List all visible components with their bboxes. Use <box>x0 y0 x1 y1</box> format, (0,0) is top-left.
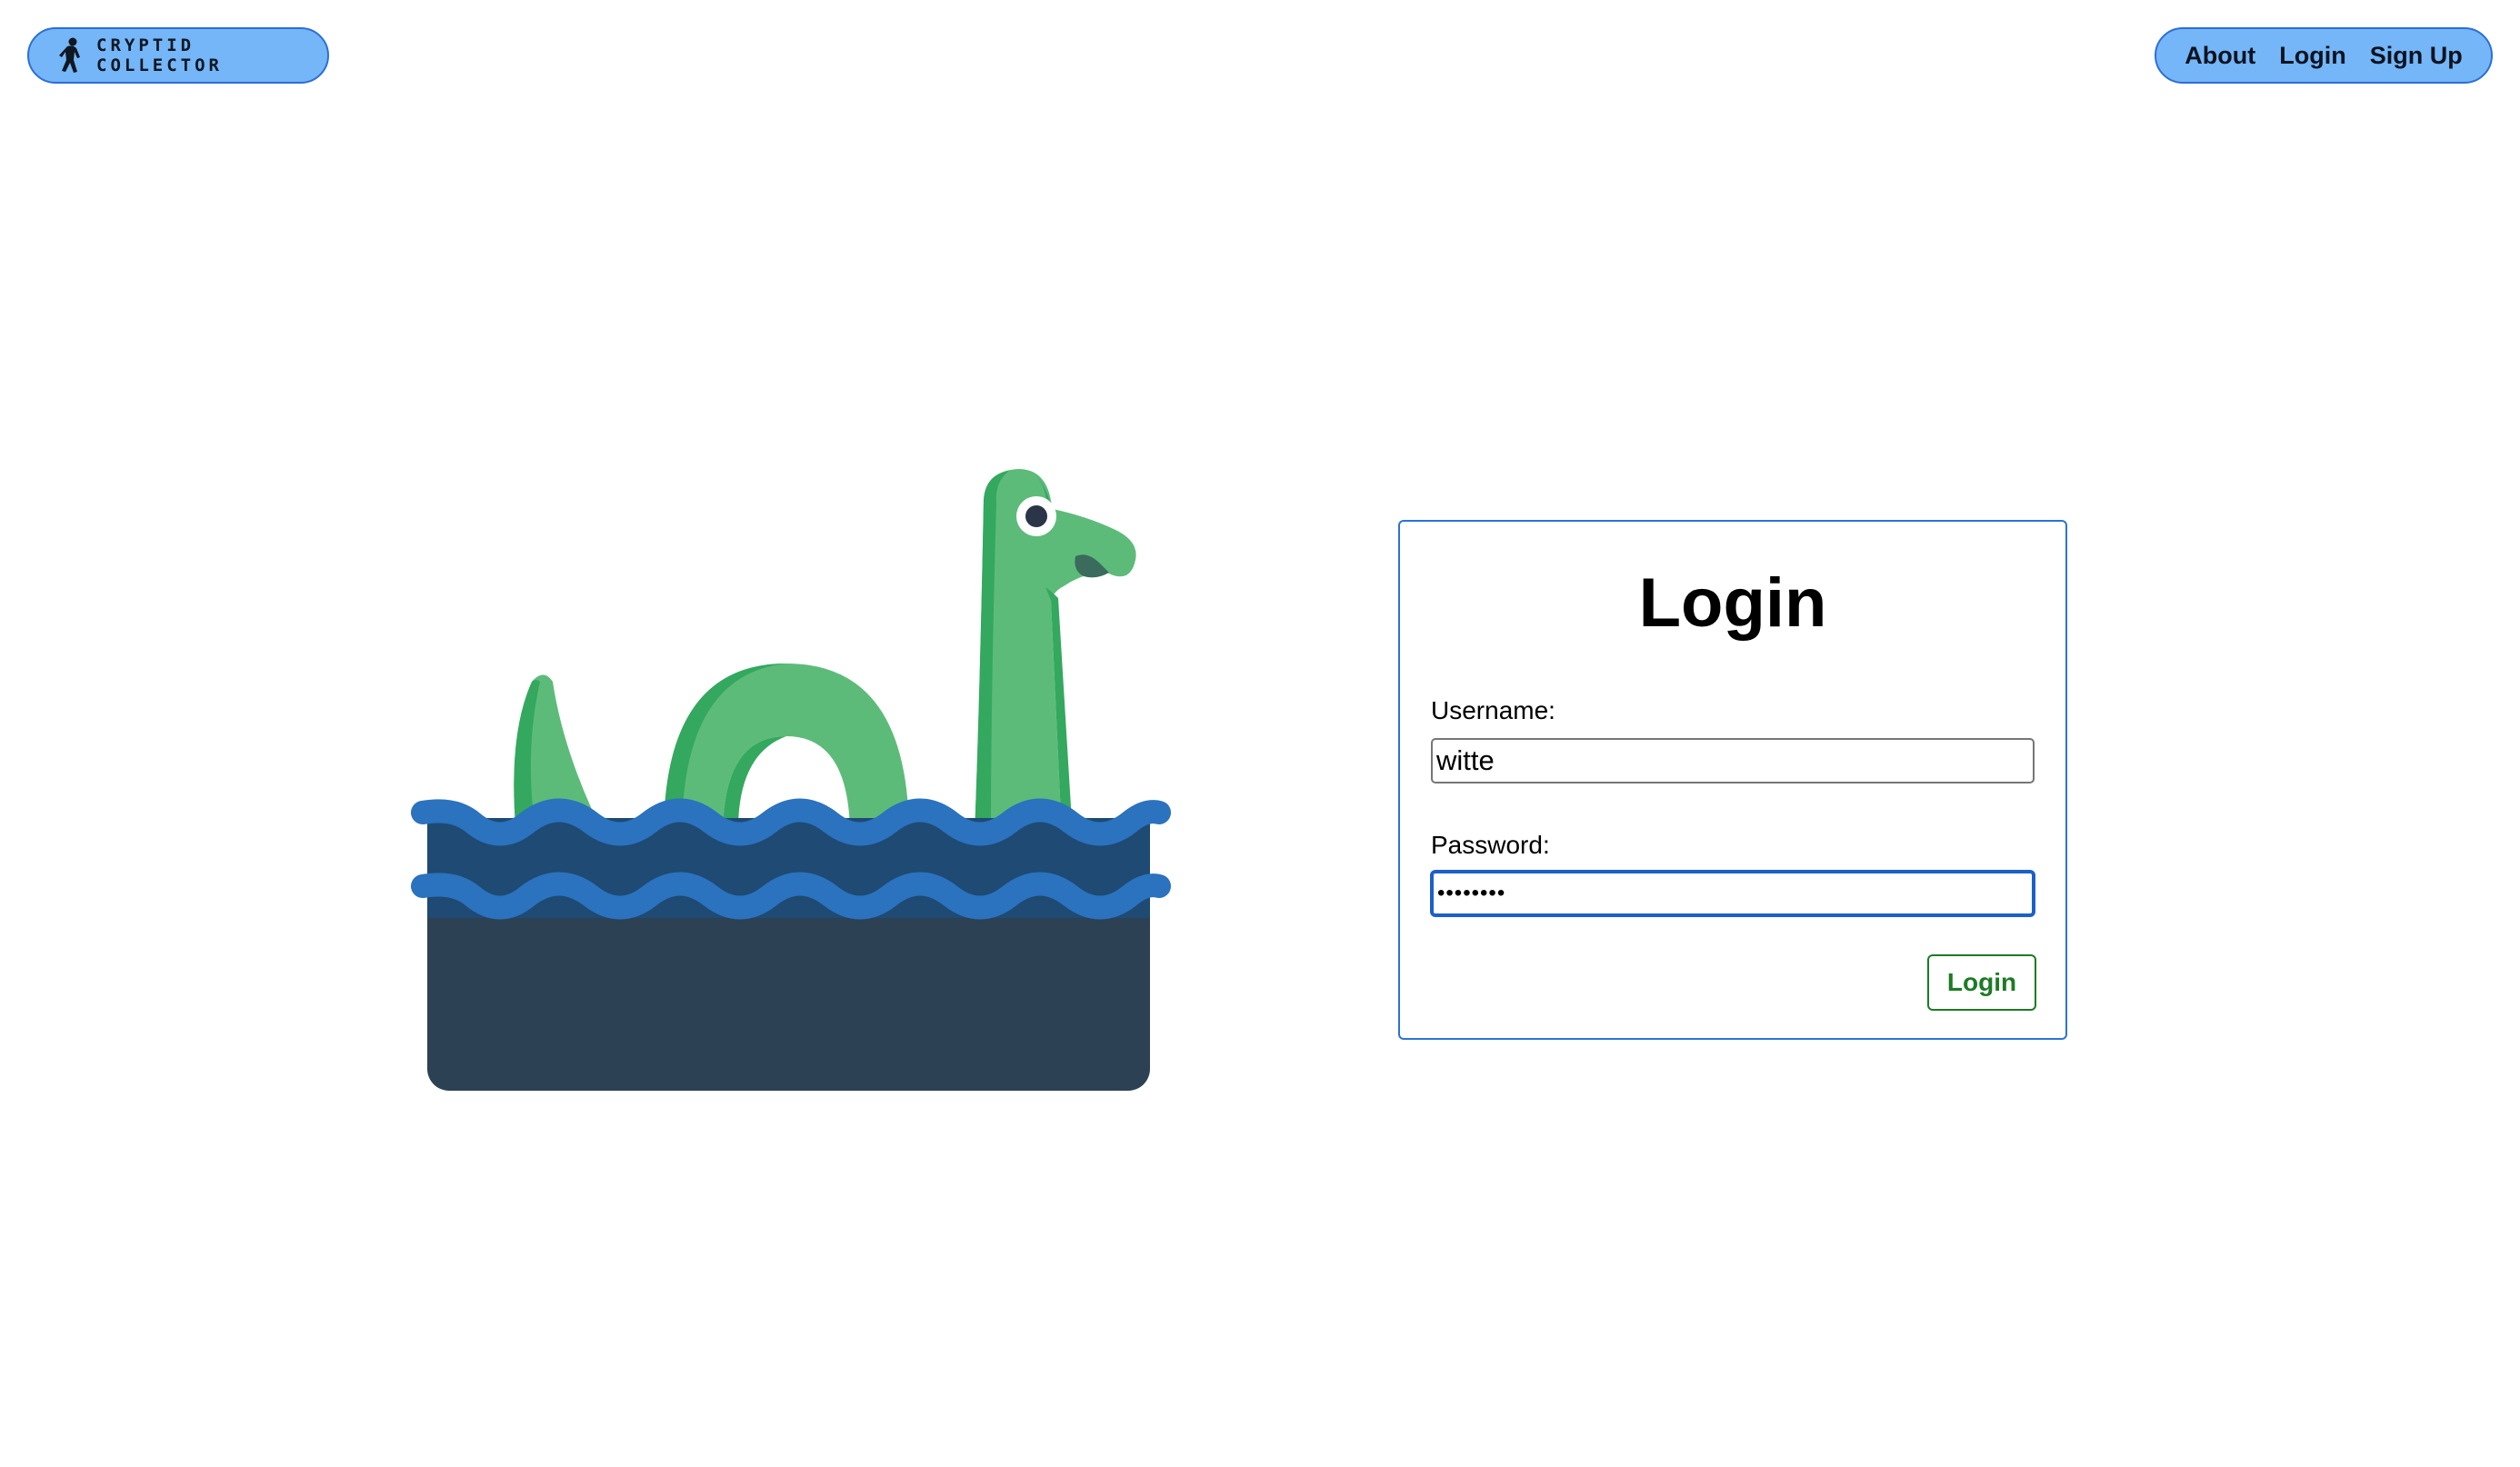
home-logo-link[interactable]: CRYPTID COLLECTOR <box>27 27 329 84</box>
username-label: Username: <box>1431 696 1555 724</box>
login-submit-button[interactable]: Login <box>1927 954 2036 1011</box>
logo-text: CRYPTID COLLECTOR <box>96 35 223 75</box>
bigfoot-icon <box>55 37 85 74</box>
password-label: Password: <box>1431 831 1550 859</box>
password-input[interactable] <box>1431 871 2035 916</box>
nav-signup-link[interactable]: Sign Up <box>2370 42 2463 70</box>
login-form-card: Login Username: Password: Login <box>1398 520 2067 1040</box>
username-input[interactable] <box>1431 738 2035 783</box>
nav-login-link[interactable]: Login <box>2279 42 2345 70</box>
top-nav: About Login Sign Up <box>2155 27 2493 84</box>
loch-ness-monster-illustration <box>409 464 1173 1091</box>
login-title: Login <box>1638 564 1827 642</box>
nav-about-link[interactable]: About <box>2185 42 2255 70</box>
